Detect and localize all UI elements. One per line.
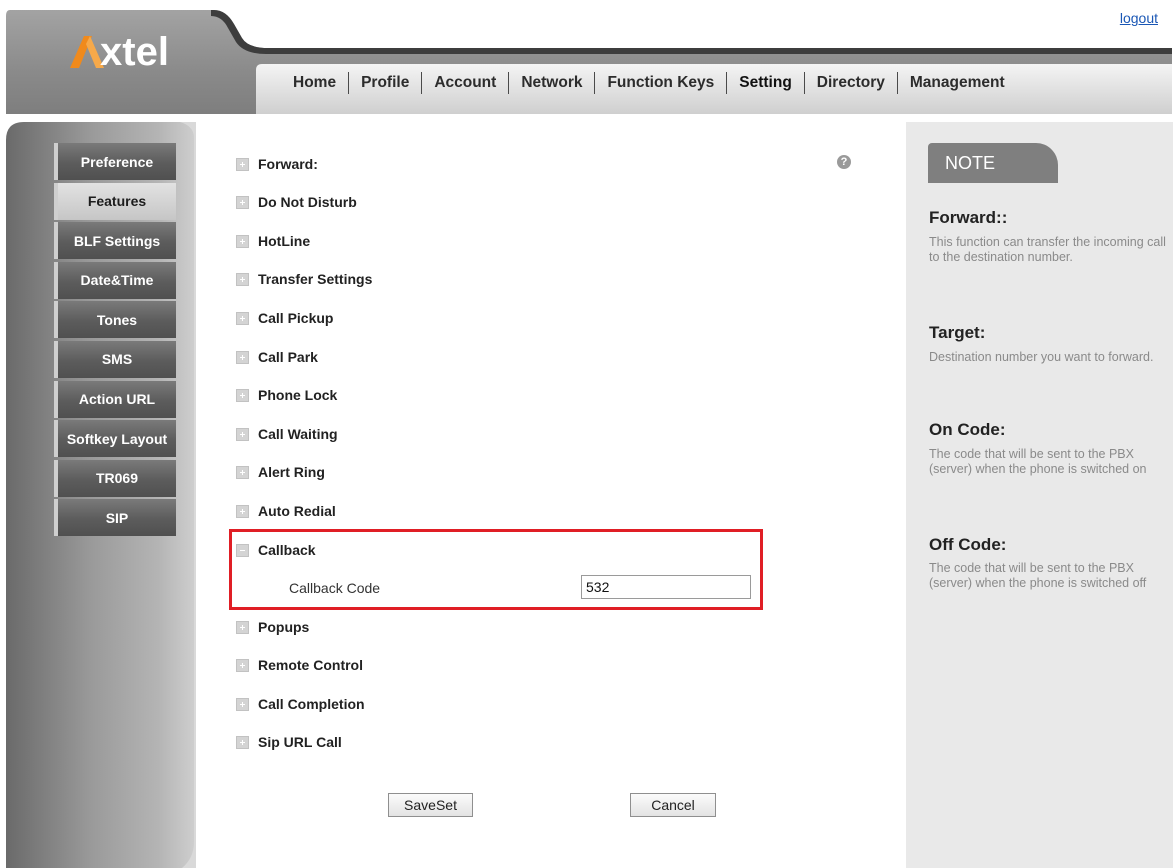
logo-text: xtel [100, 29, 169, 74]
logo-a-mark [70, 36, 104, 68]
section-forward[interactable]: Forward: [236, 156, 318, 172]
main-content: Forward: ? Do Not Disturb HotLine Transf… [196, 122, 906, 868]
sidebar-item-label: SIP [105, 509, 129, 526]
section-phone-lock[interactable]: Phone Lock [236, 387, 337, 403]
nav-profile[interactable]: Profile [349, 74, 421, 92]
sidebar-item-preference[interactable]: Preference [54, 143, 176, 180]
note-title-off-code: Off Code: [929, 535, 1007, 554]
section-call-park[interactable]: Call Park [236, 349, 318, 365]
saveset-button[interactable]: SaveSet [388, 793, 473, 817]
note-text-target: Destination number you want to forward. [929, 350, 1154, 364]
callback-code-input[interactable] [581, 575, 751, 599]
section-label: Auto Redial [258, 503, 336, 519]
note-tab-label: NOTE [945, 152, 996, 173]
section-popups[interactable]: Popups [236, 619, 309, 635]
nav-function-keys[interactable]: Function Keys [595, 74, 726, 92]
section-alert-ring[interactable]: Alert Ring [236, 464, 325, 480]
sidebar-item-label: Action URL [78, 391, 156, 408]
expand-plus-icon[interactable] [236, 466, 249, 479]
expand-plus-icon[interactable] [236, 621, 249, 634]
expand-plus-icon[interactable] [236, 659, 249, 672]
note-text-on-code: The code that will be sent to the PBX (s… [929, 447, 1147, 476]
callback-code-label: Callback Code [289, 580, 381, 596]
expand-plus-icon[interactable] [236, 505, 249, 518]
section-call-waiting[interactable]: Call Waiting [236, 426, 338, 442]
section-label: Phone Lock [258, 387, 338, 403]
section-label: Call Completion [258, 696, 365, 712]
expand-plus-icon[interactable] [236, 196, 249, 209]
section-label: Call Pickup [258, 310, 334, 326]
sidebar-item-features[interactable]: Features [54, 182, 176, 220]
section-call-completion[interactable]: Call Completion [236, 696, 365, 712]
sidebar: Preference Features BLF Settings Date&Ti… [54, 143, 176, 539]
expand-plus-icon[interactable] [236, 312, 249, 325]
logo: xtel [70, 28, 169, 76]
section-label: Remote Control [258, 657, 363, 673]
nav-setting[interactable]: Setting [727, 74, 804, 92]
section-label: Do Not Disturb [258, 194, 357, 210]
section-label: Sip URL Call [258, 734, 342, 750]
section-label: Call Park [258, 349, 318, 365]
section-call-pickup[interactable]: Call Pickup [236, 310, 333, 326]
question-icon[interactable]: ? [837, 155, 851, 169]
sidebar-item-label: Date&Time [80, 272, 154, 289]
section-sip-url-call[interactable]: Sip URL Call [236, 734, 342, 750]
expand-plus-icon[interactable] [236, 428, 249, 441]
sidebar-item-label: Tones [96, 311, 138, 328]
nav-network[interactable]: Network [509, 74, 594, 92]
sidebar-item-label: Preference [80, 153, 154, 170]
section-label: Call Waiting [258, 426, 338, 442]
expand-plus-icon[interactable] [236, 351, 249, 364]
section-remote-control[interactable]: Remote Control [236, 657, 363, 673]
cancel-button[interactable]: Cancel [630, 793, 716, 817]
sidebar-item-label: SMS [101, 351, 133, 368]
note-text-forward: This function can transfer the incoming … [929, 235, 1166, 264]
nav-home[interactable]: Home [281, 74, 348, 92]
nav-management[interactable]: Management [898, 74, 1017, 92]
note-panel: NOTE Forward:: This function can transfe… [906, 122, 1173, 868]
expand-plus-icon[interactable] [236, 158, 249, 171]
note-title-forward: Forward:: [929, 208, 1008, 227]
section-label: Callback [258, 542, 316, 558]
section-hotline[interactable]: HotLine [236, 233, 310, 249]
expand-plus-icon[interactable] [236, 389, 249, 402]
section-label: Popups [258, 619, 310, 635]
section-callback[interactable]: Callback [236, 542, 316, 558]
sidebar-item-sip[interactable]: SIP [54, 499, 176, 537]
header-bar: xtel Home Profile Account Network Functi… [6, 8, 1172, 114]
nav-directory[interactable]: Directory [805, 74, 897, 92]
expand-plus-icon[interactable] [236, 698, 249, 711]
sidebar-item-action-url[interactable]: Action URL [54, 380, 176, 418]
expand-plus-icon[interactable] [236, 273, 249, 286]
sidebar-item-label: Features [87, 193, 147, 210]
note-title-target: Target: [929, 323, 986, 342]
section-label: Alert Ring [258, 464, 325, 480]
note-title-on-code: On Code: [929, 420, 1006, 439]
expand-plus-icon[interactable] [236, 736, 249, 749]
nav-account[interactable]: Account [422, 74, 508, 92]
header-background [6, 10, 1172, 114]
note-text-off-code: The code that will be sent to the PBX (s… [929, 561, 1147, 590]
section-transfer-settings[interactable]: Transfer Settings [236, 271, 372, 287]
section-label: Transfer Settings [258, 271, 373, 287]
sidebar-item-tones[interactable]: Tones [54, 301, 176, 339]
sidebar-item-sms[interactable]: SMS [54, 340, 176, 378]
sidebar-item-blf-settings[interactable]: BLF Settings [54, 222, 176, 260]
sidebar-item-tr069[interactable]: TR069 [54, 459, 176, 497]
section-label: HotLine [258, 233, 311, 249]
sidebar-item-label: BLF Settings [73, 232, 161, 249]
sidebar-item-label: TR069 [95, 470, 139, 487]
main-nav: Home Profile Account Network Function Ke… [281, 70, 1017, 96]
section-auto-redial[interactable]: Auto Redial [236, 503, 336, 519]
section-do-not-disturb[interactable]: Do Not Disturb [236, 194, 357, 210]
section-label: Forward: [258, 156, 318, 172]
note-tab: NOTE [928, 143, 1058, 183]
expand-plus-icon[interactable] [236, 235, 249, 248]
sidebar-item-softkey-layout[interactable]: Softkey Layout [54, 420, 176, 458]
collapse-minus-icon[interactable] [236, 544, 249, 557]
sidebar-item-date-time[interactable]: Date&Time [54, 261, 176, 299]
sidebar-item-label: Softkey Layout [66, 430, 168, 447]
